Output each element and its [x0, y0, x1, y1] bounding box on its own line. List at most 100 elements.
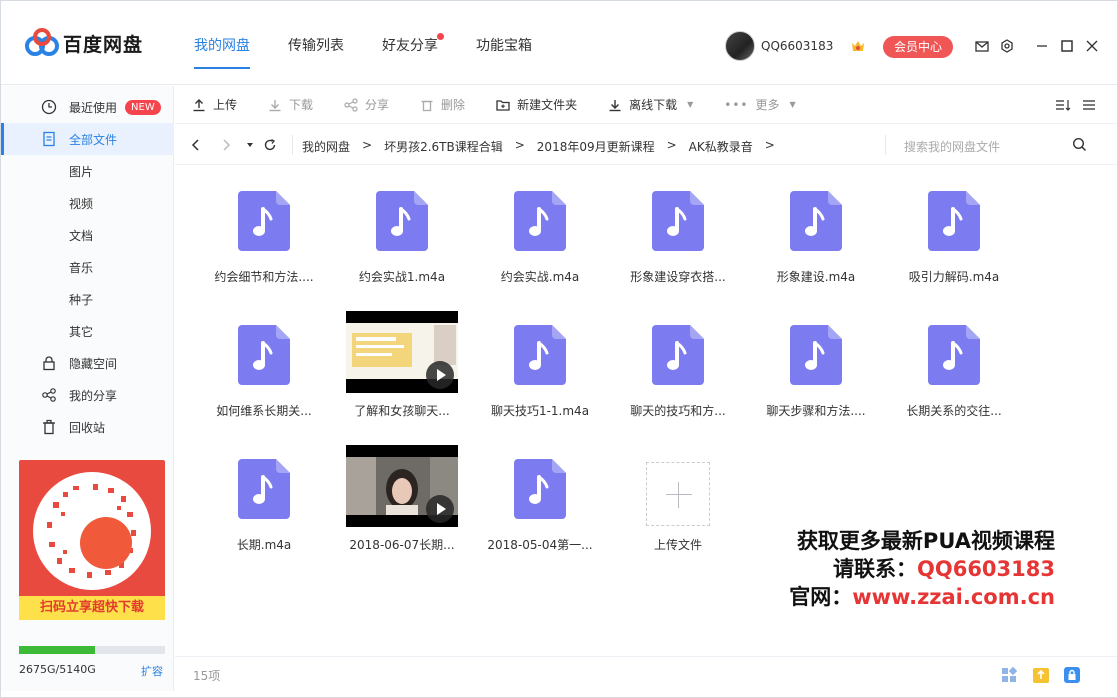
chevron-down-icon[interactable]: ▼	[687, 100, 693, 109]
download-button[interactable]: 下载	[268, 96, 313, 113]
file-item-audio[interactable]: 2018-05-04第一...	[475, 434, 605, 554]
file-item-audio[interactable]: 约会细节和方法....	[199, 166, 329, 286]
sidebar-item-torrents[interactable]: 种子	[1, 283, 174, 315]
share-label: 分享	[365, 98, 390, 112]
sidebar-item-other[interactable]: 其它	[1, 315, 174, 347]
watermark-text: 获取更多最新PUA视频课程 请联系：QQ6603183 官网：www.zzai.…	[789, 527, 1055, 611]
offline-download-button[interactable]: 离线下载 ▼	[608, 96, 693, 113]
file-item-audio[interactable]: 聊天步骤和方法....	[751, 300, 881, 420]
maximize-icon[interactable]	[1060, 39, 1074, 53]
sidebar-item-music[interactable]: 音乐	[1, 251, 174, 283]
watermark-line: 获取更多最新PUA视频课程	[796, 529, 1055, 553]
plus-icon	[646, 462, 710, 526]
delete-label: 删除	[441, 98, 466, 112]
watermark-value: QQ6603183	[917, 557, 1055, 581]
vip-center-button[interactable]: 会员中心	[883, 36, 953, 58]
sidebar-item-hidden-space[interactable]: 隐藏空间	[1, 347, 174, 379]
offline-download-icon	[609, 99, 621, 111]
share-button[interactable]: 分享	[344, 96, 389, 113]
sidebar-item-label: 最近使用	[69, 100, 118, 115]
file-item-audio[interactable]: 吸引力解码.m4a	[889, 166, 1019, 286]
avatar[interactable]	[725, 31, 755, 61]
forward-icon[interactable]	[219, 138, 233, 152]
sidebar-item-all-files[interactable]: 全部文件	[1, 123, 174, 155]
file-item-video[interactable]: 了解和女孩聊天...	[337, 300, 467, 420]
sidebar: 最近使用 NEW 全部文件 图片 视频 文档 音乐 种子 其它 隐藏空间 我的分…	[1, 86, 174, 691]
file-item-audio[interactable]: 聊天的技巧和方...	[613, 300, 743, 420]
audio-file-icon	[652, 325, 704, 385]
file-item-audio[interactable]: 形象建设.m4a	[751, 166, 881, 286]
play-icon[interactable]	[426, 495, 454, 523]
sidebar-item-recent[interactable]: 最近使用 NEW	[1, 91, 174, 123]
title-bar: 百度网盘 我的网盘 传输列表 好友分享 功能宝箱 QQ6603183 会员中心	[1, 1, 1117, 85]
sidebar-item-docs[interactable]: 文档	[1, 219, 174, 251]
promo-qr-banner[interactable]: 扫码立享超快下载	[19, 460, 165, 620]
audio-file-icon	[238, 191, 290, 251]
new-badge: NEW	[125, 99, 161, 115]
more-button[interactable]: ••• 更多 ▼	[724, 96, 795, 113]
file-name: 形象建设穿衣搭...	[630, 270, 726, 284]
audio-file-icon	[790, 325, 842, 385]
expand-storage-link[interactable]: 扩容	[141, 663, 163, 679]
sidebar-item-label: 种子	[69, 292, 94, 307]
file-item-audio[interactable]: 聊天技巧1-1.m4a	[475, 300, 605, 420]
nav-friend-share[interactable]: 好友分享	[382, 33, 444, 69]
file-item-video[interactable]: 2018-06-07长期...	[337, 434, 467, 554]
vip-crown-icon[interactable]	[850, 38, 866, 54]
close-icon[interactable]	[1085, 39, 1099, 53]
sort-icon[interactable]	[1055, 97, 1071, 113]
mail-icon[interactable]	[975, 39, 989, 53]
sidebar-item-images[interactable]: 图片	[1, 155, 174, 187]
file-item-audio[interactable]: 如何维系长期关...	[199, 300, 329, 420]
watermark-line: 请联系：QQ6603183	[789, 555, 1055, 583]
trash-icon	[43, 419, 55, 435]
history-dropdown-icon[interactable]	[243, 138, 257, 152]
back-icon[interactable]	[189, 138, 203, 152]
baidu-cloud-logo-icon	[25, 28, 59, 56]
refresh-icon[interactable]	[263, 138, 277, 152]
baidu-netdisk-window: 百度网盘 我的网盘 传输列表 好友分享 功能宝箱 QQ6603183 会员中心	[0, 0, 1118, 698]
audio-file-icon	[376, 191, 428, 251]
username[interactable]: QQ6603183	[761, 39, 833, 53]
breadcrumb-separator: >	[514, 138, 525, 152]
breadcrumb-item[interactable]: 坏男孩2.6TB课程合辑	[384, 138, 503, 155]
file-item-audio[interactable]: 形象建设穿衣搭...	[613, 166, 743, 286]
quota-text: 2675G/5140G	[19, 663, 96, 676]
watermark-key: 请联系：	[833, 557, 917, 581]
search-icon[interactable]	[1072, 137, 1087, 152]
breadcrumb-item[interactable]: 我的网盘	[302, 138, 350, 155]
search-input[interactable]: 搜索我的网盘文件	[904, 138, 1000, 155]
upload-button[interactable]: 上传	[192, 96, 237, 113]
transfer-folder-icon[interactable]	[1031, 665, 1051, 685]
apps-grid-icon[interactable]	[999, 665, 1019, 685]
sidebar-item-videos[interactable]: 视频	[1, 187, 174, 219]
list-view-icon[interactable]	[1081, 97, 1097, 113]
sidebar-item-label: 其它	[69, 324, 94, 339]
nav-my-disk[interactable]: 我的网盘	[194, 35, 250, 69]
file-item-audio[interactable]: 约会实战.m4a	[475, 166, 605, 286]
breadcrumb-item[interactable]: AK私教录音	[689, 138, 753, 155]
download-icon	[269, 99, 281, 111]
share-icon	[42, 388, 56, 402]
sidebar-item-recycle-bin[interactable]: 回收站	[1, 411, 174, 443]
file-item-audio[interactable]: 长期关系的交往...	[889, 300, 1019, 420]
nav-toolbox[interactable]: 功能宝箱	[476, 35, 532, 69]
watermark-value: www.zzai.com.cn	[852, 585, 1055, 609]
new-folder-button[interactable]: 新建文件夹	[496, 96, 577, 113]
sidebar-item-label: 图片	[69, 164, 94, 179]
nav-transfer-list[interactable]: 传输列表	[288, 35, 344, 69]
sidebar-item-label: 文档	[69, 228, 94, 243]
file-item-audio[interactable]: 约会实战1.m4a	[337, 166, 467, 286]
breadcrumb-item[interactable]: 2018年09月更新课程	[537, 138, 655, 155]
chevron-down-icon[interactable]: ▼	[790, 100, 796, 109]
upload-file-tile[interactable]: 上传文件	[613, 434, 743, 554]
play-icon[interactable]	[426, 361, 454, 389]
safe-box-icon[interactable]	[1062, 665, 1082, 685]
delete-button[interactable]: 删除	[420, 96, 465, 113]
sidebar-item-label: 回收站	[69, 420, 106, 435]
settings-icon[interactable]	[1000, 39, 1014, 53]
share-icon	[344, 97, 358, 112]
minimize-icon[interactable]	[1035, 39, 1049, 53]
sidebar-item-my-share[interactable]: 我的分享	[1, 379, 174, 411]
file-item-audio[interactable]: 长期.m4a	[199, 434, 329, 554]
